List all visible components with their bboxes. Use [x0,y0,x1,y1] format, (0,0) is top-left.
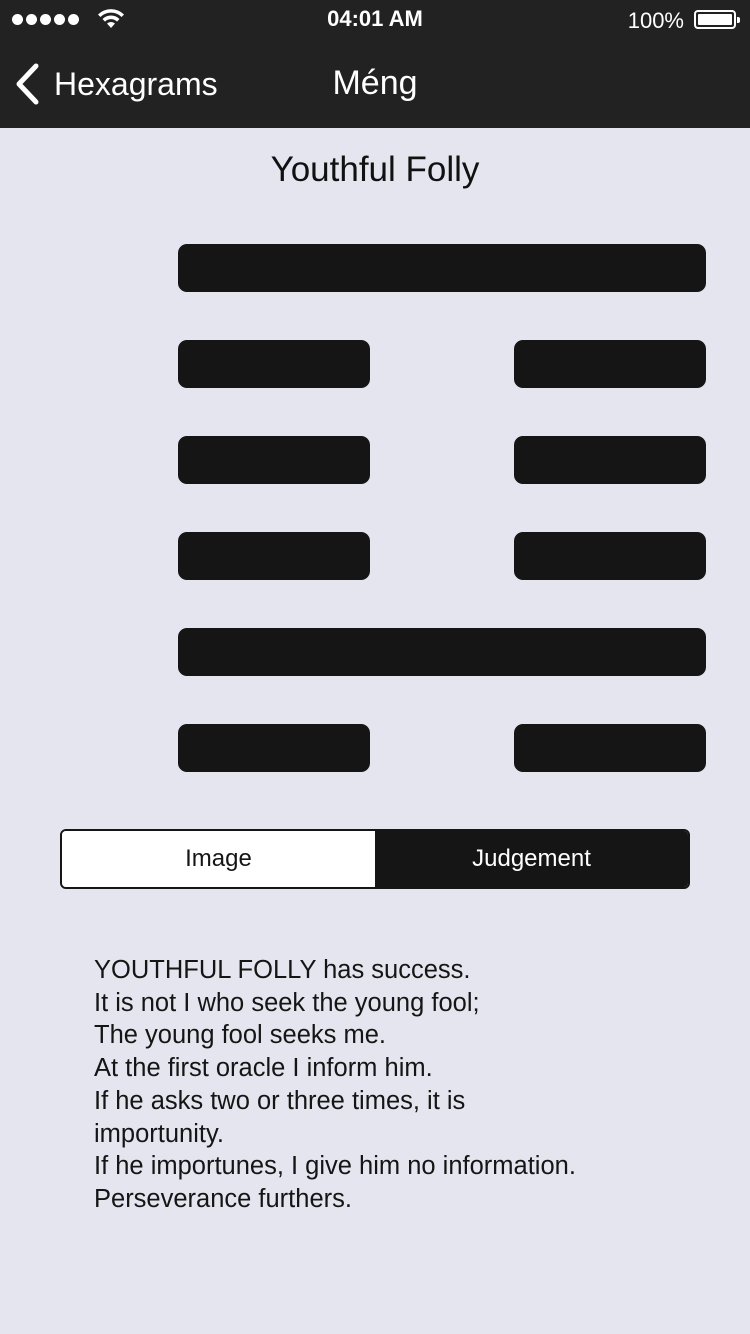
text-line: Perseverance furthers. [94,1184,352,1213]
yin-line-right-bar [514,340,706,388]
nav-title: Méng [332,64,418,102]
hexagram-line-6 [178,244,706,292]
yin-line-left-bar [178,724,370,772]
segment-judgement[interactable]: Judgement [375,831,688,887]
yin-line-left-bar [178,532,370,580]
segment-image[interactable]: Image [62,831,375,887]
navigation-bar: Hexagrams Méng [0,40,750,128]
text-line: At the first oracle I inform him. [94,1054,433,1083]
text-line: YOUTHFUL FOLLY has success. [94,956,471,984]
yin-line-right-bar [514,532,706,580]
yin-line-right-bar [514,724,706,772]
battery-percentage: 100% [627,8,684,33]
yang-line-bar [178,628,706,676]
hexagram-line-1 [178,724,706,772]
yin-line-right-bar [514,436,706,484]
hexagram-name: Youthful Folly [270,150,480,189]
text-line: importunity. [94,1119,224,1148]
text-line: It is not I who seek the young fool; [94,988,480,1017]
status-bar: 04:01 AM 100% [0,0,750,40]
hexagram-line-3 [178,532,706,580]
text-line: If he importunes, I give him no informat… [94,1152,576,1181]
text-line: The young fool seeks me. [94,1021,386,1050]
text-mode-segmented-control: Image Judgement [60,829,690,889]
hexagram-line-2 [178,628,706,676]
text-line: If he asks two or three times, it is [94,1086,466,1115]
judgement-text: YOUTHFUL FOLLY has success. It is not I … [94,954,654,1216]
yin-line-left-bar [178,340,370,388]
yin-line-left-bar [178,436,370,484]
hexagram-line-5 [178,340,706,388]
battery-icon [694,10,740,29]
yang-line-bar [178,244,706,292]
hexagram-line-4 [178,436,706,484]
